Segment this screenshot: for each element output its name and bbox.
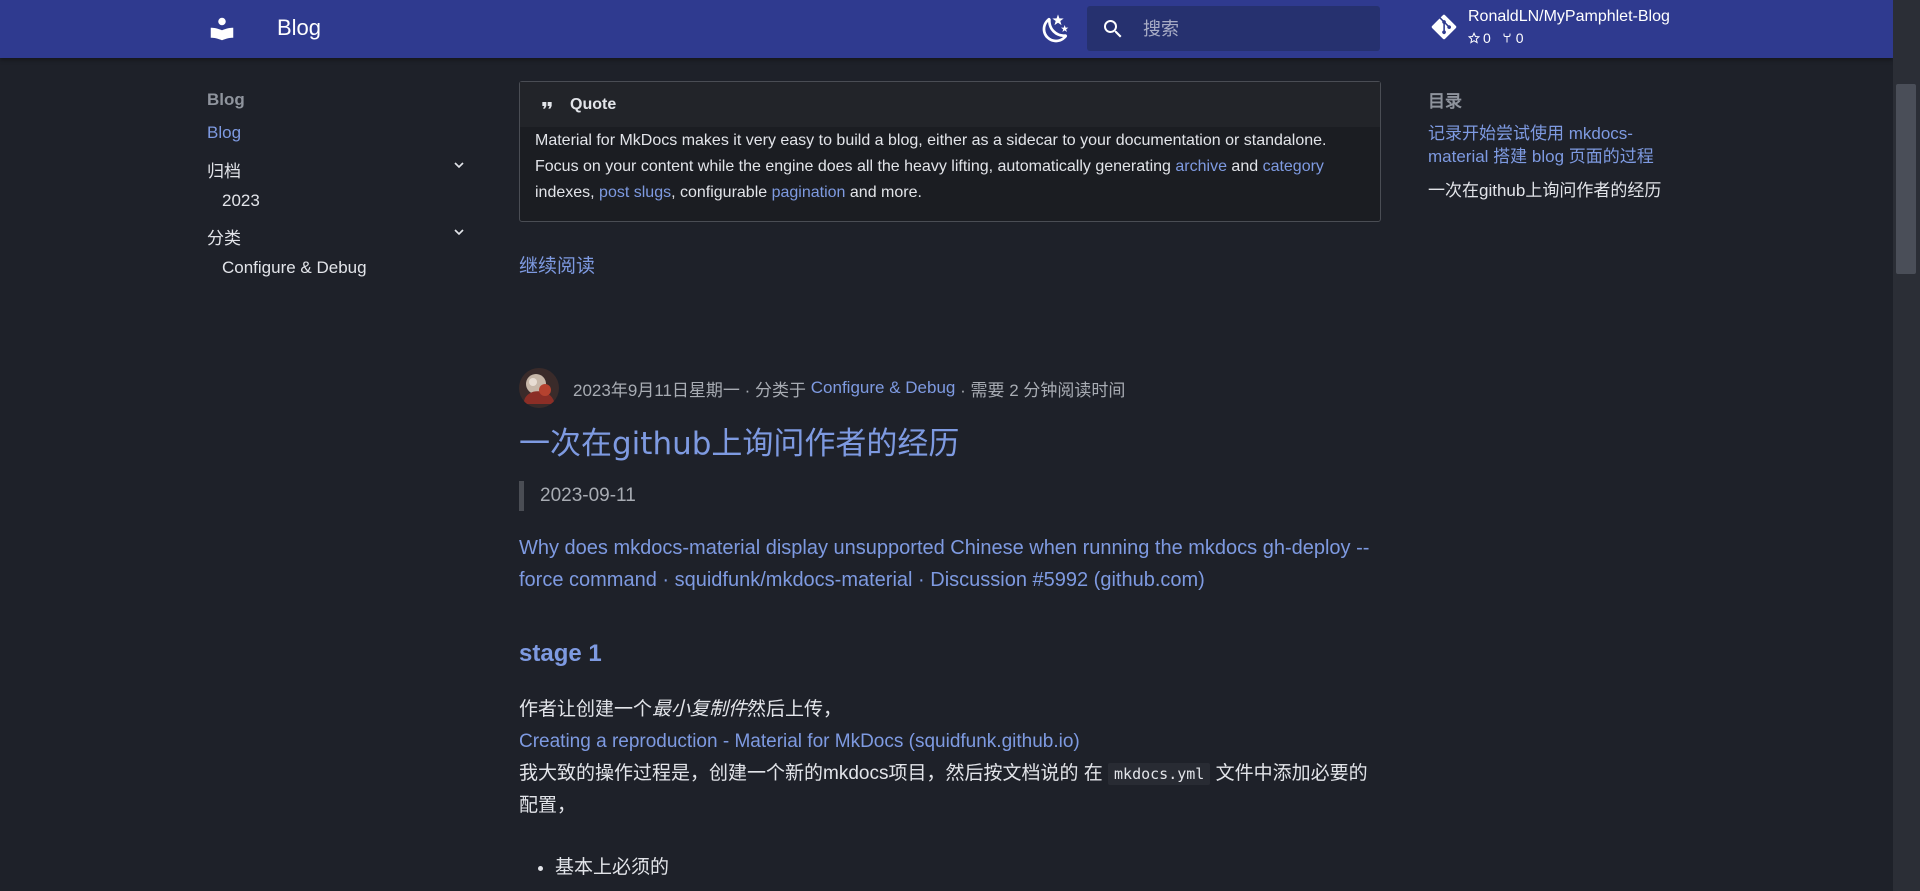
emphasis-text: 最小复制件 (652, 699, 748, 720)
post-meta: 2023年9月11日星期一 · 分类于 Configure & Debug · … (519, 368, 1125, 408)
nav-item-label: 归档 (207, 162, 241, 181)
nav-item-archive[interactable]: 归档 (207, 157, 467, 182)
section-heading-stage-1: stage 1 (519, 640, 602, 667)
nav-item-label: 分类 (207, 229, 241, 248)
quote-label: Quote (570, 96, 617, 113)
nav-item-2023[interactable]: 2023 (222, 191, 260, 211)
nav-title: Blog (207, 90, 245, 109)
category-link[interactable]: category (1263, 158, 1324, 175)
meta-separator: · 分类于 (739, 380, 811, 400)
post-paragraph: 作者让创建一个最小复制件然后上传， Creating a reproductio… (519, 694, 1381, 822)
quote-body: Material for MkDocs makes it very easy t… (535, 128, 1368, 206)
quote-header: Quote (520, 82, 1380, 127)
search-input[interactable] (1141, 14, 1365, 44)
github-discussion-link[interactable]: Why does mkdocs-material display unsuppo… (519, 532, 1381, 596)
star-icon (1468, 32, 1480, 44)
archive-link[interactable]: archive (1175, 158, 1227, 175)
top-header: Blog RonaldLN/MyPamphlet-Blog 0 0 (0, 0, 1893, 58)
inline-code: mkdocs.yml (1108, 763, 1211, 785)
read-more-link[interactable]: 继续阅读 (519, 251, 595, 278)
reproduction-docs-link[interactable]: Creating a reproduction - Material for M… (519, 731, 1080, 752)
paragraph-text: 然后上传， (747, 699, 843, 720)
dark-mode-toggle-icon[interactable] (1040, 13, 1072, 45)
pagination-link[interactable]: pagination (772, 184, 846, 201)
reading-time: · 需要 2 分钟阅读时间 (955, 380, 1126, 400)
site-title[interactable]: Blog (277, 15, 321, 41)
toc-item-mkdocs-setup[interactable]: 记录开始尝试使用 mkdocs-material 搭建 blog 页面的过程 (1428, 122, 1678, 168)
nav-item-categories[interactable]: 分类 (207, 224, 467, 249)
quote-admonition: Quote Material for MkDocs makes it very … (519, 81, 1381, 222)
site-logo-icon[interactable] (207, 14, 237, 44)
search-icon (1101, 17, 1125, 46)
quote-text: , configurable (671, 184, 772, 201)
scrollbar-thumb[interactable] (1896, 84, 1916, 274)
quote-text: and (1226, 158, 1263, 175)
post-date: 2023年9月11日星期一 (573, 380, 740, 400)
bullet-list: 基本上必须的 (537, 852, 669, 879)
stars-count: 0 (1468, 30, 1491, 46)
quote-text: indexes, (535, 184, 600, 201)
quote-text: and more. (845, 184, 922, 201)
forks-count: 0 (1501, 30, 1524, 46)
nav-item-blog[interactable]: Blog (207, 123, 241, 143)
post-category-link[interactable]: Configure & Debug (811, 378, 956, 398)
quote-icon (539, 97, 555, 116)
repository-name: RonaldLN/MyPamphlet-Blog (1468, 8, 1670, 25)
toc-title: 目录 (1428, 92, 1462, 111)
post-date-blockquote: 2023-09-11 (519, 481, 636, 511)
post-slugs-link[interactable]: post slugs (599, 184, 671, 201)
fork-icon (1503, 33, 1511, 43)
chevron-down-icon[interactable] (451, 157, 467, 178)
page-scrollbar[interactable] (1893, 0, 1920, 891)
repository-facts: 0 0 (1468, 30, 1524, 46)
list-item: 基本上必须的 (555, 852, 669, 879)
post-title[interactable]: 一次在github上询问作者的经历 (519, 418, 959, 463)
paragraph-text: 作者让创建一个 (519, 699, 653, 720)
search-box[interactable] (1087, 6, 1380, 51)
author-avatar[interactable] (519, 368, 559, 408)
paragraph-text: 我大致的操作过程是，创建一个新的mkdocs项目，然后按文档说的 在 (519, 763, 1109, 784)
nav-item-configure-debug[interactable]: Configure & Debug (222, 258, 367, 278)
git-icon (1430, 13, 1458, 46)
chevron-down-icon[interactable] (451, 224, 467, 245)
toc-item-github-experience[interactable]: 一次在github上询问作者的经历 (1428, 179, 1678, 202)
